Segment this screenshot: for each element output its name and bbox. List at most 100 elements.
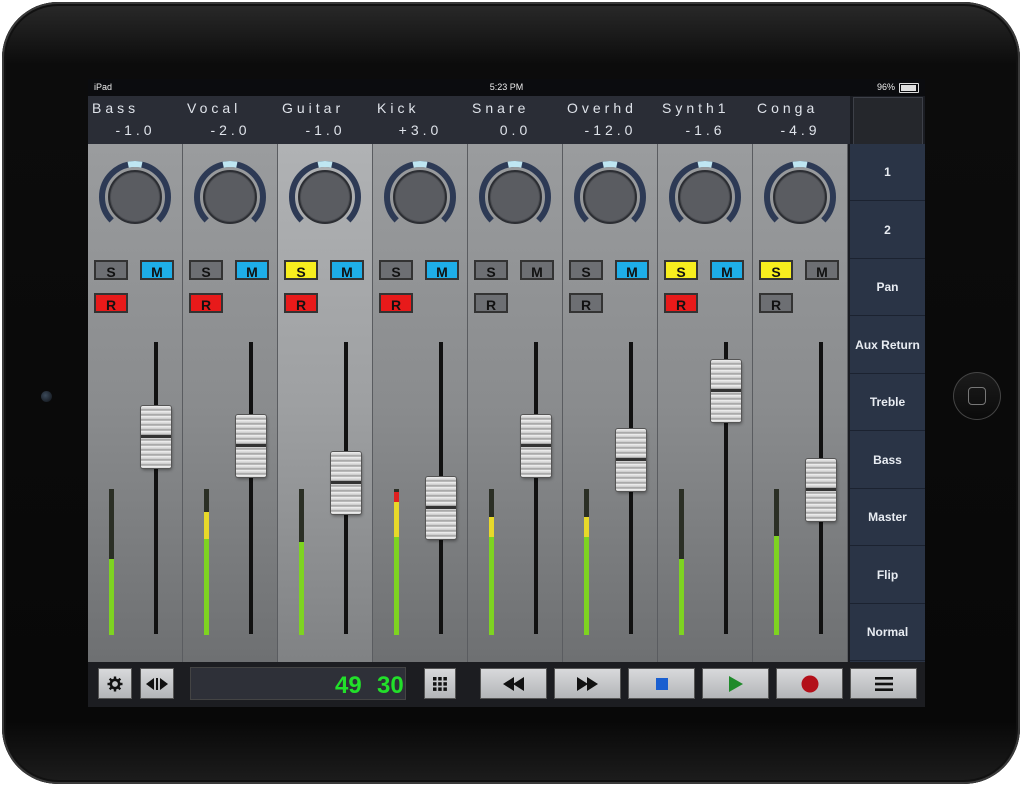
fader-cap[interactable] xyxy=(711,359,741,422)
clock: 5:23 PM xyxy=(489,82,524,92)
solo-button[interactable]: S xyxy=(569,260,603,280)
menu-button[interactable] xyxy=(850,668,917,699)
sidebar-item-bass[interactable]: Bass xyxy=(850,432,925,489)
level-meter xyxy=(679,489,684,635)
solo-button[interactable]: S xyxy=(664,260,698,280)
fader-cap[interactable] xyxy=(521,414,551,477)
pan-knob[interactable] xyxy=(190,157,270,237)
sidebar: 1 2 Pan Aux Return Treble Bass Master Flip Norma… xyxy=(850,144,925,662)
sidebar-item-flip[interactable]: Flip xyxy=(850,547,925,604)
time-counter: 49 30 xyxy=(190,667,406,700)
mixer-screen: iPad 5:23 PM 96% Bass -1.0 Vocal -2.0 Guit… xyxy=(88,79,925,707)
fader-cap[interactable] xyxy=(426,476,456,539)
meter-fill-yellow xyxy=(489,516,494,538)
battery-icon xyxy=(899,83,919,93)
pan-knob[interactable] xyxy=(760,157,840,237)
fader-cap[interactable] xyxy=(616,428,646,491)
sidebar-item-normal[interactable]: Normal xyxy=(850,604,925,661)
meter-fill-green xyxy=(679,559,684,635)
level-meter xyxy=(109,489,114,635)
channel-strip[interactable]: S M R xyxy=(183,144,278,662)
play-button[interactable] xyxy=(702,668,769,699)
mute-button[interactable]: M xyxy=(235,260,269,280)
fader-cap[interactable] xyxy=(806,458,836,521)
grid-view-button[interactable] xyxy=(424,668,456,699)
pan-knob[interactable] xyxy=(665,157,745,237)
channel-level: +3.0 xyxy=(398,122,443,138)
fader-track[interactable] xyxy=(154,342,158,634)
record-arm-button[interactable]: R xyxy=(664,293,698,313)
solo-button[interactable]: S xyxy=(474,260,508,280)
level-meter xyxy=(774,489,779,635)
meter-fill-yellow xyxy=(204,512,209,539)
record-icon xyxy=(801,675,818,692)
channel-level: -4.9 xyxy=(780,122,821,138)
fader-cap[interactable] xyxy=(236,414,266,477)
fast-forward-button[interactable] xyxy=(554,668,621,699)
mute-button[interactable]: M xyxy=(615,260,649,280)
channel-strip[interactable]: S M R xyxy=(468,144,563,662)
level-meter xyxy=(584,489,589,635)
fader-track[interactable] xyxy=(249,342,253,634)
channel-name-bar: Bass -1.0 Vocal -2.0 Guitar -1.0 Kick +3.0 S… xyxy=(88,96,850,144)
solo-button[interactable]: S xyxy=(94,260,128,280)
record-arm-button[interactable]: R xyxy=(189,293,223,313)
solo-button[interactable]: S xyxy=(759,260,793,280)
record-arm-button[interactable]: R xyxy=(379,293,413,313)
channel-name: Bass xyxy=(92,100,140,116)
meter-fill-yellow xyxy=(394,502,399,538)
stop-button[interactable] xyxy=(628,668,695,699)
mute-button[interactable]: M xyxy=(805,260,839,280)
meter-fill-green xyxy=(584,537,589,635)
pan-knob[interactable] xyxy=(95,157,175,237)
mute-button[interactable]: M xyxy=(520,260,554,280)
channel-strip[interactable]: S M R xyxy=(753,144,848,662)
meter-fill-green xyxy=(394,537,399,635)
settings-button[interactable] xyxy=(98,668,132,699)
fader-track[interactable] xyxy=(534,342,538,634)
channel-strip[interactable]: S M R xyxy=(278,144,373,662)
record-arm-button[interactable]: R xyxy=(759,293,793,313)
fader-cap[interactable] xyxy=(141,405,171,468)
sidebar-item-1[interactable]: 1 xyxy=(850,144,925,201)
pan-knob[interactable] xyxy=(475,157,555,237)
pan-knob[interactable] xyxy=(285,157,365,237)
sidebar-item-pan[interactable]: Pan xyxy=(850,259,925,316)
solo-button[interactable]: S xyxy=(284,260,318,280)
level-meter xyxy=(299,489,304,635)
record-button[interactable] xyxy=(776,668,843,699)
mute-button[interactable]: M xyxy=(425,260,459,280)
meter-fill-green xyxy=(774,535,779,635)
record-arm-button[interactable]: R xyxy=(474,293,508,313)
channel-strip[interactable]: S M R xyxy=(658,144,753,662)
rewind-button[interactable] xyxy=(480,668,547,699)
record-arm-button[interactable]: R xyxy=(569,293,603,313)
stop-icon xyxy=(655,677,668,690)
mute-button[interactable]: M xyxy=(330,260,364,280)
pan-knob[interactable] xyxy=(570,157,650,237)
channel-name: Overhd xyxy=(567,100,637,116)
mute-button[interactable]: M xyxy=(710,260,744,280)
fader-cap[interactable] xyxy=(331,451,361,514)
solo-button[interactable]: S xyxy=(379,260,413,280)
channel-level: -2.0 xyxy=(210,122,251,138)
sidebar-item-aux-return[interactable]: Aux Return xyxy=(850,317,925,374)
sidebar-item-treble[interactable]: Treble xyxy=(850,374,925,431)
home-button[interactable] xyxy=(953,372,1001,420)
sidebar-item-master[interactable]: Master xyxy=(850,489,925,546)
transport-bar: 49 30 xyxy=(88,662,925,707)
meter-fill-green xyxy=(299,541,304,635)
solo-button[interactable]: S xyxy=(189,260,223,280)
record-arm-button[interactable]: R xyxy=(284,293,318,313)
mute-button[interactable]: M xyxy=(140,260,174,280)
channel-strip[interactable]: S M R xyxy=(373,144,468,662)
channel-strip[interactable]: S M R xyxy=(88,144,183,662)
sidebar-item-2[interactable]: 2 xyxy=(850,202,925,259)
pan-knob[interactable] xyxy=(380,157,460,237)
bank-switch-button[interactable] xyxy=(140,668,174,699)
record-arm-button[interactable]: R xyxy=(94,293,128,313)
rewind-icon xyxy=(502,676,524,691)
channel-strip[interactable]: S M R xyxy=(563,144,658,662)
gear-icon xyxy=(107,676,123,691)
left-right-arrows-icon xyxy=(146,677,168,690)
